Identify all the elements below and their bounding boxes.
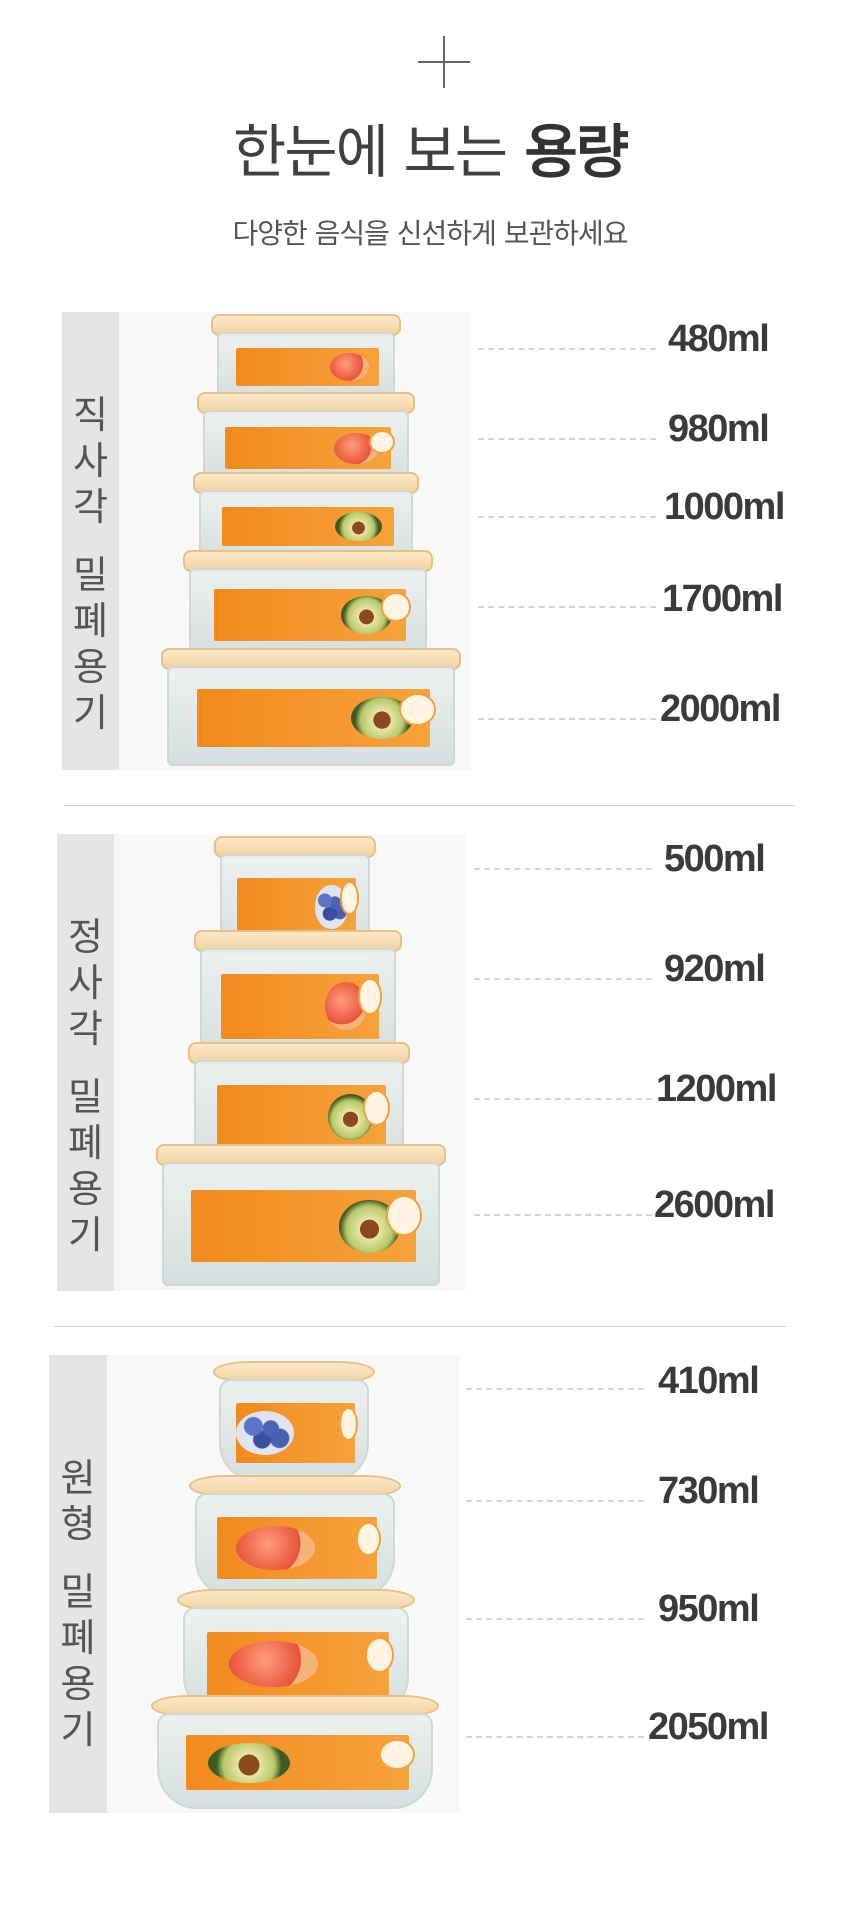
section-label-rectangular: 직 사 각 밀 폐 용 기 — [62, 312, 119, 770]
section-label-round: 원 형 밀 폐 용 기 — [49, 1355, 107, 1813]
label-char: 기 — [60, 1708, 96, 1752]
label-char: 기 — [73, 691, 108, 735]
label-char: 직 — [73, 393, 108, 437]
label-char: 폐 — [68, 1121, 103, 1165]
label-char: 폐 — [73, 599, 108, 643]
label-char: 기 — [68, 1213, 103, 1257]
section-label-text: 정 사 각 밀 폐 용 기 — [57, 914, 114, 1258]
capacity-label: 730ml — [658, 1470, 760, 1512]
leader-line — [466, 1618, 644, 1620]
label-char: 각 — [73, 485, 108, 529]
section-divider — [64, 805, 794, 806]
container-980 — [197, 392, 415, 484]
leader-line — [474, 1098, 652, 1100]
container-2600 — [156, 1144, 446, 1286]
leader-line — [474, 978, 652, 980]
leader-line — [474, 868, 652, 870]
label-char: 사 — [73, 439, 108, 483]
container-730 — [189, 1475, 401, 1599]
label-char: 밀 — [60, 1570, 96, 1614]
label-char: 정 — [68, 915, 103, 959]
capacity-label: 1000ml — [664, 486, 785, 528]
container-2050 — [151, 1695, 439, 1809]
label-char: 밀 — [68, 1075, 103, 1119]
label-char: 사 — [68, 961, 103, 1005]
plus-icon — [418, 36, 470, 88]
product-photo-rectangular — [119, 312, 471, 770]
title-bold: 용량 — [524, 118, 629, 186]
section-label-text: 원 형 밀 폐 용 기 — [49, 1455, 107, 1753]
capacity-label: 980ml — [668, 408, 770, 450]
container-920 — [194, 930, 402, 1060]
container-1700 — [183, 550, 433, 658]
leader-line — [478, 606, 656, 608]
label-char: 밀 — [73, 553, 108, 597]
label-char: 용 — [73, 645, 108, 689]
leader-line — [474, 1214, 652, 1216]
leader-line — [478, 718, 656, 720]
label-char: 각 — [68, 1007, 103, 1051]
capacity-label: 1700ml — [662, 578, 783, 620]
container-1000 — [193, 472, 419, 560]
leader-line — [466, 1500, 644, 1502]
capacity-label: 500ml — [664, 838, 766, 880]
leader-line — [478, 348, 656, 350]
leader-line — [478, 438, 656, 440]
capacity-label: 950ml — [658, 1588, 760, 1630]
container-480 — [211, 314, 401, 400]
label-char: 원 — [60, 1456, 96, 1500]
label-char: 폐 — [60, 1616, 96, 1660]
capacity-label: 1200ml — [656, 1068, 777, 1110]
capacity-label: 480ml — [668, 318, 770, 360]
label-char: 용 — [68, 1167, 103, 1211]
title-light: 한눈에 보는 — [232, 118, 508, 186]
capacity-label: 2050ml — [648, 1706, 769, 1748]
container-410 — [213, 1361, 375, 1483]
label-char: 용 — [60, 1662, 96, 1706]
page-subtitle: 다양한 음식을 신선하게 보관하세요 — [232, 217, 628, 250]
leader-line — [466, 1388, 644, 1390]
capacity-label: 2600ml — [654, 1184, 775, 1226]
label-char: 형 — [60, 1502, 96, 1546]
leader-line — [478, 516, 656, 518]
section-divider — [54, 1326, 786, 1327]
section-label-square: 정 사 각 밀 폐 용 기 — [57, 834, 114, 1291]
capacity-label: 410ml — [658, 1360, 760, 1402]
section-label-text: 직 사 각 밀 폐 용 기 — [62, 392, 119, 736]
capacity-label: 920ml — [664, 948, 766, 990]
product-photo-square — [114, 834, 466, 1291]
leader-line — [466, 1736, 644, 1738]
container-2000 — [161, 648, 461, 766]
product-photo-round — [107, 1355, 459, 1813]
page-title: 한눈에 보는 용량 — [0, 105, 860, 189]
capacity-label: 2000ml — [660, 688, 781, 730]
